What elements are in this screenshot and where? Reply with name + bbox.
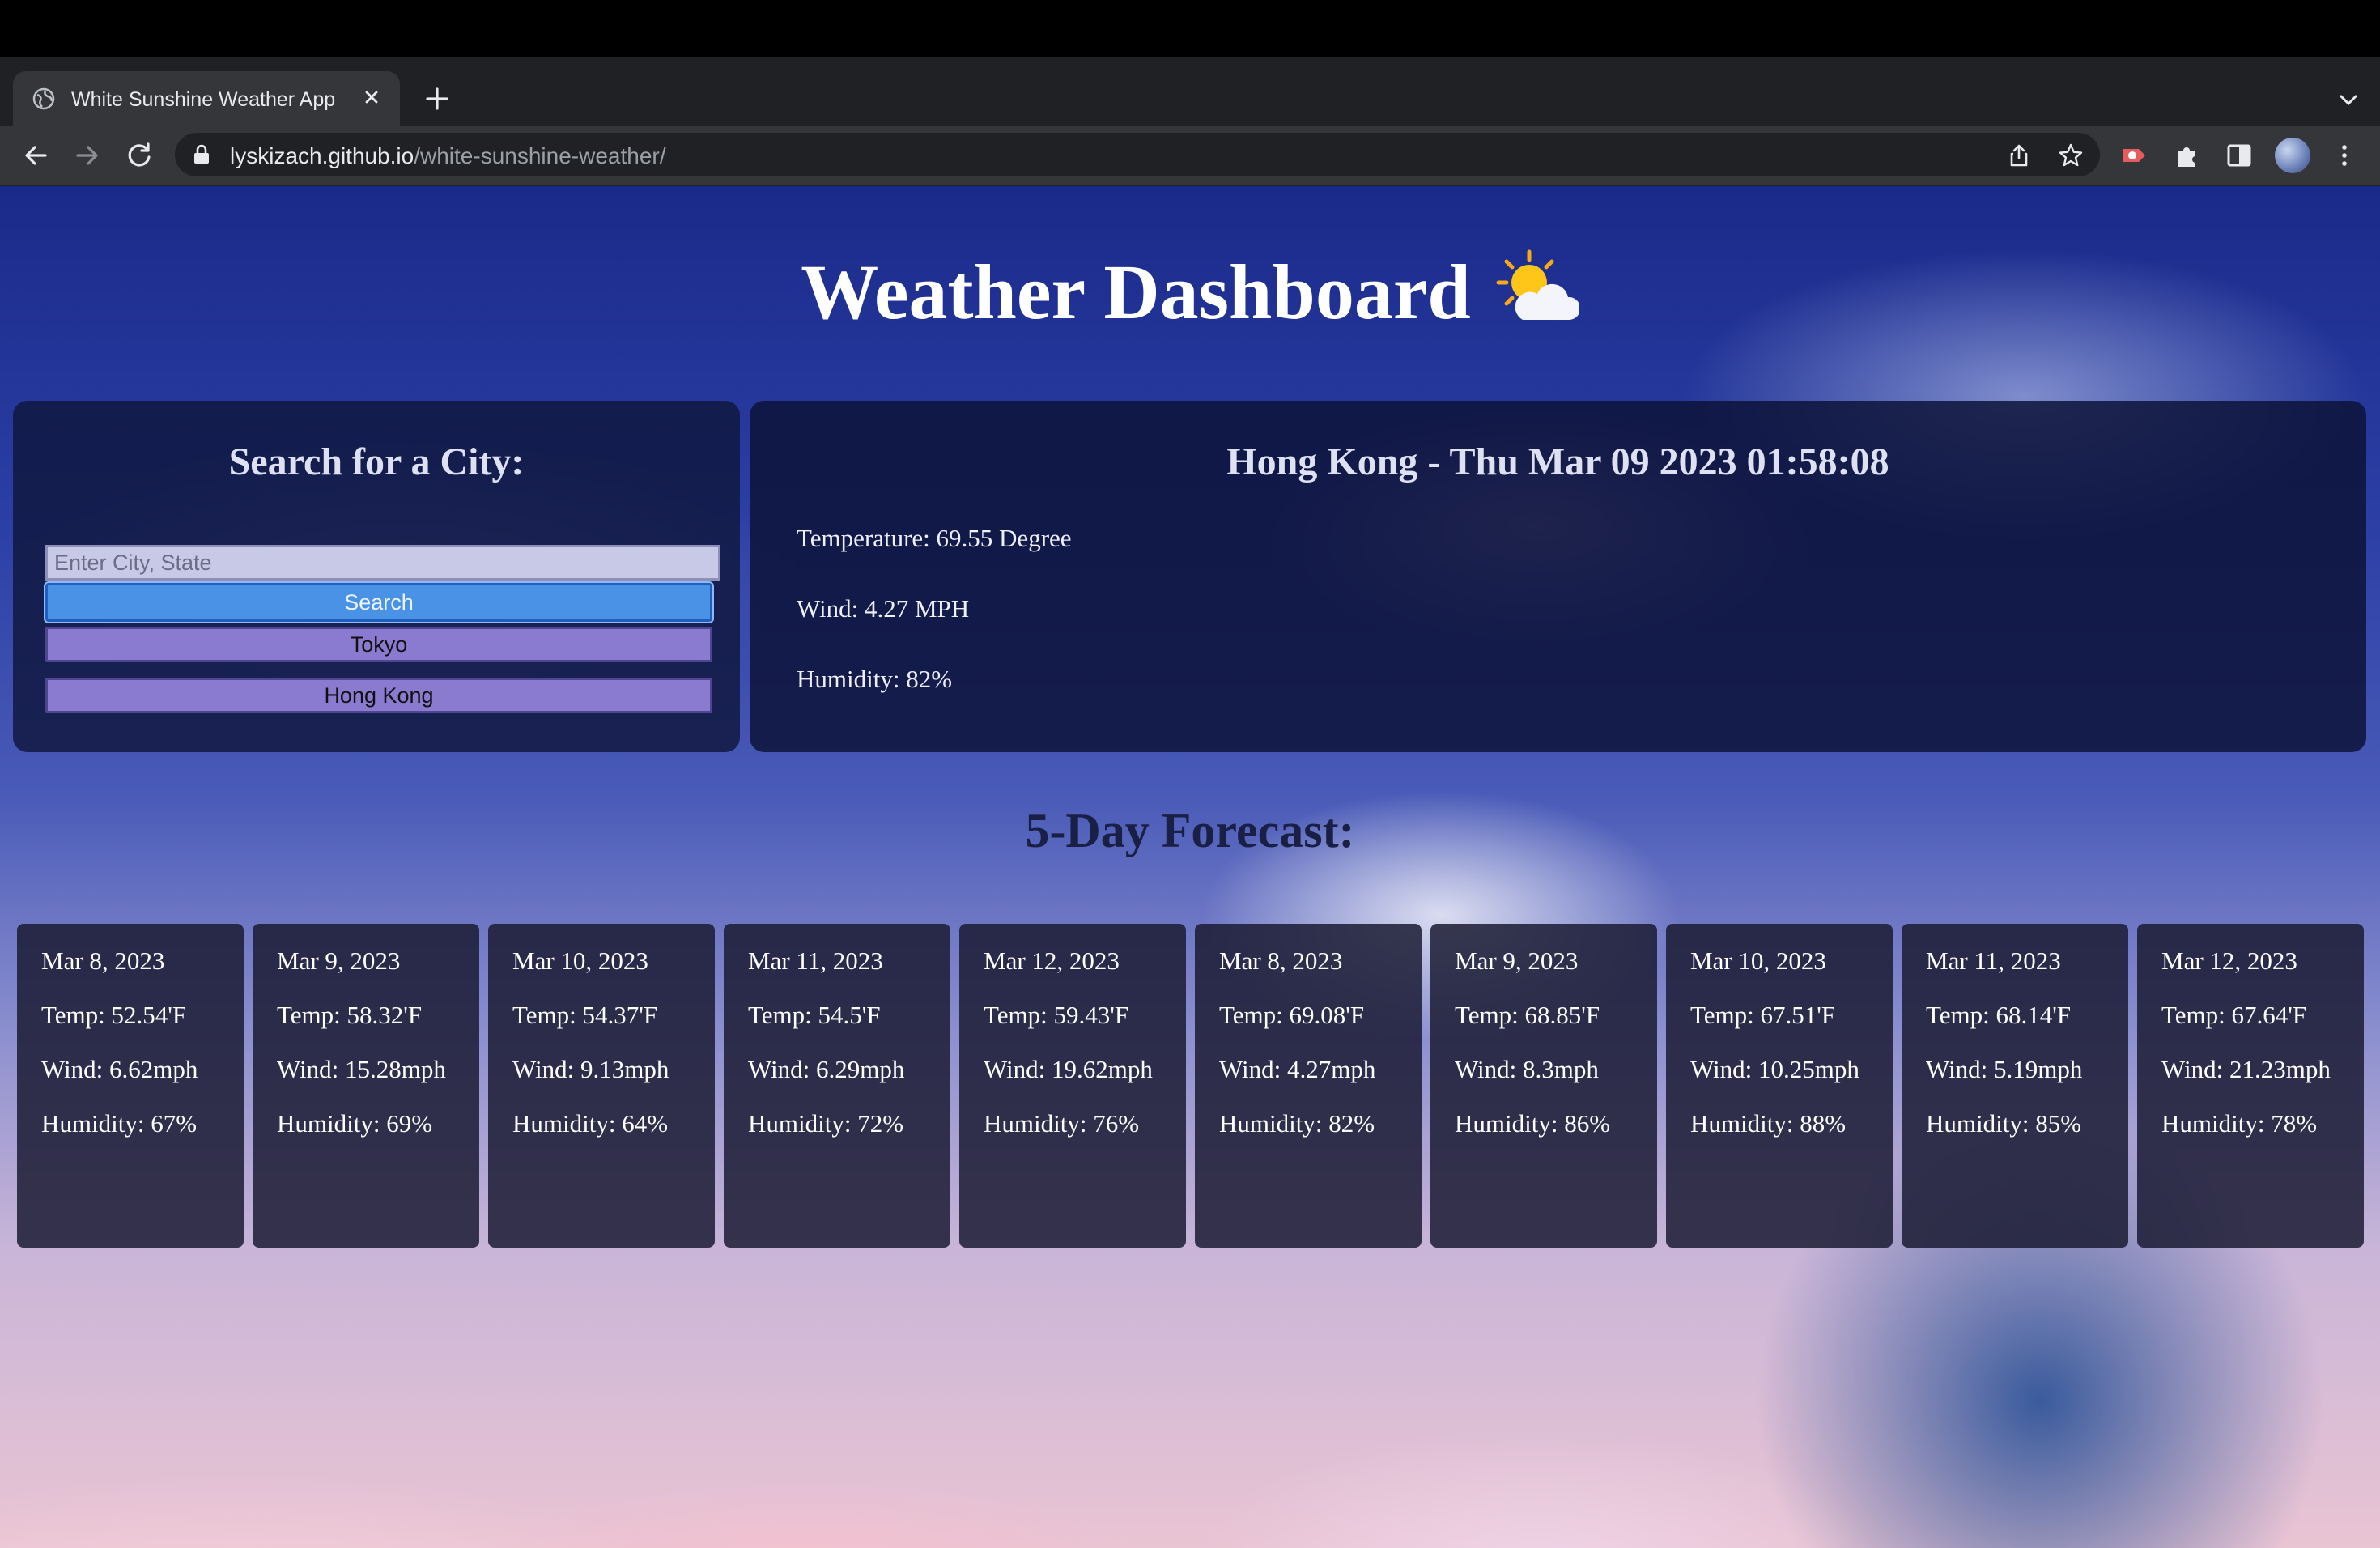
search-button[interactable]: Search (45, 583, 712, 622)
address-bar[interactable]: lyskizach.github.io/white-sunshine-weath… (175, 133, 2100, 176)
browser-toolbar: lyskizach.github.io/white-sunshine-weath… (0, 126, 2380, 186)
tab-title: White Sunshine Weather App (71, 88, 336, 111)
forecast-humidity: Humidity: 85% (1926, 1109, 2082, 1138)
forecast-card: Mar 12, 2023 Temp: 59.43'F Wind: 19.62mp… (959, 924, 1186, 1248)
forecast-temp: Temp: 67.51'F (1690, 1001, 1836, 1029)
forecast-date: Mar 11, 2023 (1926, 946, 2061, 975)
forecast-temp: Temp: 67.64'F (2161, 1001, 2307, 1029)
forecast-card: Mar 8, 2023 Temp: 52.54'F Wind: 6.62mph … (17, 924, 244, 1248)
url-text[interactable]: lyskizach.github.io/white-sunshine-weath… (230, 143, 666, 169)
url-path: /white-sunshine-weather/ (414, 143, 666, 168)
new-tab-plus-icon[interactable] (421, 83, 453, 115)
close-icon[interactable] (359, 85, 384, 109)
forecast-wind: Wind: 6.29mph (748, 1055, 905, 1083)
page-title: Weather Dashboard (0, 247, 2380, 337)
tab-strip: White Sunshine Weather App (0, 57, 2380, 126)
forecast-date: Mar 10, 2023 (1690, 946, 1826, 975)
forecast-humidity: Humidity: 72% (748, 1109, 904, 1138)
forecast-date: Mar 10, 2023 (512, 946, 648, 975)
current-weather-panel: Hong Kong - Thu Mar 09 2023 01:58:08 Tem… (750, 401, 2366, 752)
forecast-temp: Temp: 69.08'F (1219, 1001, 1365, 1029)
forecast-wind: Wind: 10.25mph (1690, 1055, 1859, 1083)
current-wind: Wind: 4.27 MPH (797, 594, 970, 623)
forecast-card: Mar 9, 2023 Temp: 58.32'F Wind: 15.28mph… (253, 924, 479, 1248)
forecast-wind: Wind: 4.27mph (1219, 1055, 1376, 1083)
forecast-humidity: Humidity: 76% (984, 1109, 1140, 1138)
forecast-date: Mar 8, 2023 (41, 946, 165, 975)
forecast-humidity: Humidity: 67% (41, 1109, 198, 1138)
lock-icon[interactable] (193, 144, 210, 165)
city-search-input[interactable] (45, 545, 720, 580)
url-host: lyskizach.github.io (230, 143, 414, 168)
forward-arrow-icon[interactable] (71, 139, 104, 172)
forecast-wind: Wind: 15.28mph (277, 1055, 446, 1083)
browser-tab[interactable]: White Sunshine Weather App (13, 71, 400, 126)
forecast-temp: Temp: 68.14'F (1926, 1001, 2072, 1029)
forecast-date: Mar 9, 2023 (1455, 946, 1579, 975)
window-top-bar (0, 0, 2380, 57)
bookmark-star-icon[interactable] (2058, 142, 2084, 168)
forecast-wind: Wind: 8.3mph (1455, 1055, 1599, 1083)
search-heading: Search for a City: (228, 440, 525, 483)
forecast-card: Mar 9, 2023 Temp: 68.85'F Wind: 8.3mph H… (1430, 924, 1657, 1248)
more-vertical-icon[interactable] (2330, 141, 2359, 170)
forecast-card: Mar 10, 2023 Temp: 67.51'F Wind: 10.25mp… (1666, 924, 1893, 1248)
forecast-wind: Wind: 6.62mph (41, 1055, 198, 1083)
forecast-card: Mar 10, 2023 Temp: 54.37'F Wind: 9.13mph… (488, 924, 715, 1248)
extensions-puzzle-icon[interactable] (2173, 141, 2202, 170)
forecast-humidity: Humidity: 86% (1455, 1109, 1611, 1138)
forecast-wind: Wind: 9.13mph (512, 1055, 669, 1083)
forecast-temp: Temp: 54.5'F (748, 1001, 881, 1029)
current-humidity: Humidity: 82% (797, 665, 953, 693)
forecast-humidity: Humidity: 69% (277, 1109, 433, 1138)
forecast-wind: Wind: 5.19mph (1926, 1055, 2083, 1083)
current-temperature: Temperature: 69.55 Degree (797, 524, 1072, 552)
page-viewport: Weather Dashboard Search for a City: Sea… (0, 186, 2380, 1548)
current-city-heading: Hong Kong - Thu Mar 09 2023 01:58:08 (1226, 440, 1889, 483)
extension-record-icon[interactable] (2119, 141, 2148, 170)
forecast-date: Mar 12, 2023 (984, 946, 1120, 975)
sun-behind-cloud-icon (1496, 249, 1579, 320)
forecast-temp: Temp: 52.54'F (41, 1001, 187, 1029)
history-button-tokyo[interactable]: Tokyo (45, 627, 712, 662)
chevron-down-icon[interactable] (2335, 86, 2362, 113)
forecast-temp: Temp: 54.37'F (512, 1001, 658, 1029)
forecast-card: Mar 8, 2023 Temp: 69.08'F Wind: 4.27mph … (1195, 924, 1422, 1248)
forecast-humidity: Humidity: 64% (512, 1109, 669, 1138)
reload-icon[interactable] (123, 139, 155, 172)
forecast-date: Mar 12, 2023 (2161, 946, 2297, 975)
forecast-date: Mar 11, 2023 (748, 946, 883, 975)
forecast-date: Mar 9, 2023 (277, 946, 401, 975)
forecast-wind: Wind: 21.23mph (2161, 1055, 2331, 1083)
forecast-card: Mar 11, 2023 Temp: 54.5'F Wind: 6.29mph … (724, 924, 950, 1248)
search-panel: Search for a City: Search Tokyo Hong Kon… (13, 401, 740, 752)
forecast-temp: Temp: 68.85'F (1455, 1001, 1600, 1029)
forecast-humidity: Humidity: 88% (1690, 1109, 1847, 1138)
forecast-card: Mar 11, 2023 Temp: 68.14'F Wind: 5.19mph… (1902, 924, 2128, 1248)
globe-icon (32, 87, 55, 110)
share-icon[interactable] (2006, 142, 2032, 168)
forecast-temp: Temp: 58.32'F (277, 1001, 423, 1029)
forecast-card: Mar 12, 2023 Temp: 67.64'F Wind: 21.23mp… (2137, 924, 2364, 1248)
forecast-date: Mar 8, 2023 (1219, 946, 1343, 975)
history-button-hong-kong[interactable]: Hong Kong (45, 678, 712, 713)
back-arrow-icon[interactable] (19, 139, 52, 172)
forecast-wind: Wind: 19.62mph (984, 1055, 1153, 1083)
forecast-heading: 5-Day Forecast: (1025, 804, 1355, 857)
forecast-humidity: Humidity: 78% (2161, 1109, 2318, 1138)
side-panel-icon[interactable] (2225, 141, 2254, 170)
profile-avatar[interactable] (2275, 138, 2310, 173)
forecast-humidity: Humidity: 82% (1219, 1109, 1375, 1138)
page-title-text: Weather Dashboard (801, 249, 1471, 335)
forecast-temp: Temp: 59.43'F (984, 1001, 1129, 1029)
